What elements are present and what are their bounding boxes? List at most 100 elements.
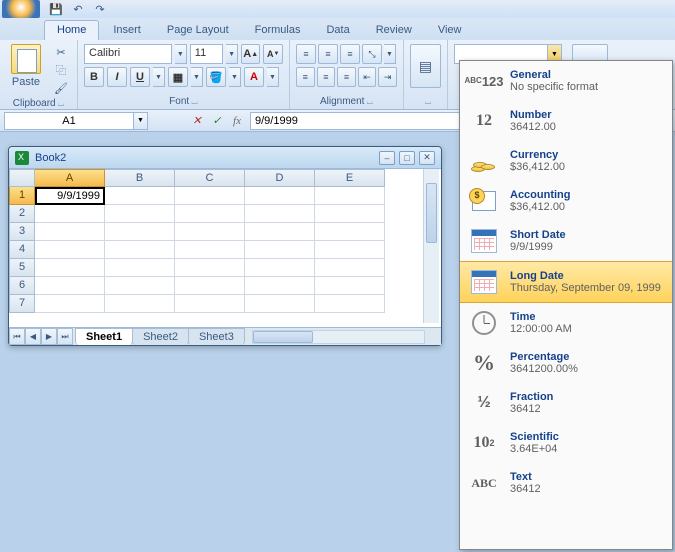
row-header[interactable]: 7 [9, 295, 35, 313]
bold-button[interactable]: B [84, 67, 104, 87]
name-box[interactable]: A1 [4, 112, 134, 130]
cell[interactable] [105, 277, 175, 295]
underline-button[interactable]: U [130, 67, 150, 87]
sheet-nav-last-icon[interactable]: ⏭ [57, 328, 73, 345]
tab-data[interactable]: Data [314, 21, 361, 40]
vertical-scrollbar[interactable] [423, 169, 439, 323]
tab-view[interactable]: View [426, 21, 474, 40]
sheet-tab[interactable]: Sheet3 [188, 328, 245, 345]
group-clipboard-label[interactable]: Clipboard [6, 96, 71, 111]
font-size-dropdown-icon[interactable]: ▼ [226, 44, 238, 64]
cell[interactable] [175, 295, 245, 313]
cell[interactable] [245, 223, 315, 241]
italic-button[interactable]: I [107, 67, 127, 87]
increase-indent-button[interactable]: ⇥ [378, 67, 397, 87]
cell[interactable] [315, 205, 385, 223]
cell[interactable] [35, 205, 105, 223]
cell[interactable] [35, 241, 105, 259]
enter-formula-icon[interactable]: ✓ [208, 112, 226, 130]
number-format-number[interactable]: 12Number36412.00 [460, 101, 672, 141]
cell[interactable] [35, 223, 105, 241]
font-name-combo[interactable]: Calibri [84, 44, 172, 64]
cell[interactable] [35, 295, 105, 313]
cell[interactable] [105, 295, 175, 313]
tab-page-layout[interactable]: Page Layout [155, 21, 241, 40]
office-button[interactable] [2, 0, 40, 18]
format-painter-icon[interactable]: 🖌 [52, 80, 70, 96]
border-dropdown-icon[interactable]: ▼ [191, 67, 203, 87]
cell[interactable] [245, 187, 315, 205]
cell[interactable] [315, 241, 385, 259]
number-format-text[interactable]: ABCText36412 [460, 463, 672, 503]
tab-review[interactable]: Review [364, 21, 424, 40]
column-header[interactable]: D [245, 169, 315, 187]
number-format-time[interactable]: Time12:00:00 AM [460, 303, 672, 343]
cell[interactable] [105, 205, 175, 223]
align-top-button[interactable]: ≡ [296, 44, 316, 64]
number-format-accounting[interactable]: Accounting $36,412.00 [460, 181, 672, 221]
sheet-nav-next-icon[interactable]: ▶ [41, 328, 57, 345]
font-size-combo[interactable]: 11 [190, 44, 223, 64]
row-header[interactable]: 6 [9, 277, 35, 295]
align-left-button[interactable]: ≡ [296, 67, 315, 87]
qat-undo-icon[interactable]: ↶ [70, 1, 86, 17]
tab-home[interactable]: Home [44, 20, 99, 40]
column-header[interactable]: A [35, 169, 105, 187]
cell[interactable] [105, 187, 175, 205]
cell[interactable] [245, 259, 315, 277]
maximize-icon[interactable]: □ [399, 151, 415, 165]
number-format-scientific[interactable]: 102Scientific3.64E+04 [460, 423, 672, 463]
sheet-nav-prev-icon[interactable]: ◀ [25, 328, 41, 345]
fill-dropdown-icon[interactable]: ▼ [229, 67, 241, 87]
sheet-tab[interactable]: Sheet2 [132, 328, 189, 345]
cell[interactable] [105, 223, 175, 241]
number-format-longdate[interactable]: Long DateThursday, September 09, 1999 [460, 261, 672, 303]
qat-save-icon[interactable]: 💾 [48, 1, 64, 17]
number-format-shortdate[interactable]: Short Date9/9/1999 [460, 221, 672, 261]
cell[interactable] [315, 259, 385, 277]
align-middle-button[interactable]: ≡ [318, 44, 338, 64]
cell[interactable] [105, 241, 175, 259]
number-format-percentage[interactable]: %Percentage3641200.00% [460, 343, 672, 383]
row-header[interactable]: 3 [9, 223, 35, 241]
number-format-currency[interactable]: Currency$36,412.00 [460, 141, 672, 181]
cell[interactable] [105, 259, 175, 277]
shrink-font-button[interactable]: A▼ [263, 44, 283, 64]
number-format-general[interactable]: ABC123GeneralNo specific format [460, 61, 672, 101]
column-header[interactable]: C [175, 169, 245, 187]
workbook-titlebar[interactable]: Book2 – □ ✕ [9, 147, 441, 169]
sheet-tab[interactable]: Sheet1 [75, 328, 133, 345]
underline-dropdown-icon[interactable]: ▼ [153, 67, 165, 87]
font-name-dropdown-icon[interactable]: ▼ [175, 44, 187, 64]
name-box-dropdown-icon[interactable]: ▼ [134, 112, 148, 130]
copy-icon[interactable]: ⿻ [52, 62, 70, 78]
tab-formulas[interactable]: Formulas [243, 21, 313, 40]
group-wrap-label[interactable] [410, 94, 441, 109]
wrap-merge-button[interactable]: ▤ [410, 44, 441, 88]
cell[interactable] [315, 223, 385, 241]
cell[interactable] [175, 277, 245, 295]
cell[interactable]: 9/9/1999 [35, 187, 105, 205]
column-header[interactable]: E [315, 169, 385, 187]
orientation-dropdown-icon[interactable]: ▼ [384, 44, 396, 64]
group-font-label[interactable]: Font [84, 94, 283, 109]
cut-icon[interactable]: ✂ [52, 44, 70, 60]
cell[interactable] [315, 187, 385, 205]
cell[interactable] [315, 277, 385, 295]
grow-font-button[interactable]: A▲ [241, 44, 261, 64]
decrease-indent-button[interactable]: ⇤ [358, 67, 377, 87]
row-header[interactable]: 4 [9, 241, 35, 259]
number-format-fraction[interactable]: ½Fraction36412 [460, 383, 672, 423]
horizontal-scrollbar[interactable] [252, 330, 425, 344]
row-header[interactable]: 2 [9, 205, 35, 223]
cell[interactable] [35, 259, 105, 277]
align-bottom-button[interactable]: ≡ [340, 44, 360, 64]
font-color-button[interactable]: A [244, 67, 264, 87]
column-header[interactable]: B [105, 169, 175, 187]
cell[interactable] [35, 277, 105, 295]
minimize-icon[interactable]: – [379, 151, 395, 165]
cancel-formula-icon[interactable]: ✕ [188, 112, 206, 130]
cell[interactable] [175, 205, 245, 223]
orientation-button[interactable]: ⤡ [362, 44, 382, 64]
qat-redo-icon[interactable]: ↷ [92, 1, 108, 17]
